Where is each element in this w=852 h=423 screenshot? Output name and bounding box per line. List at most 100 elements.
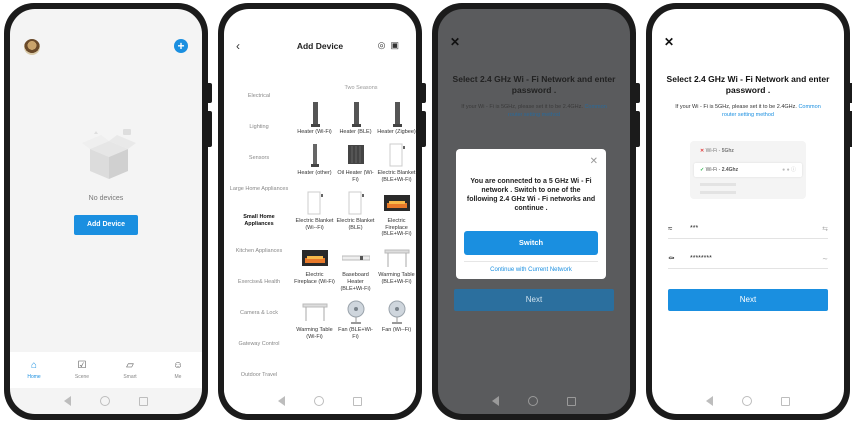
nav-home-icon[interactable] [99, 396, 110, 406]
category-large-home-appliances[interactable]: Large Home Appliances [228, 174, 290, 205]
nav-back-icon[interactable] [706, 396, 714, 406]
add-device-plus-icon[interactable]: + [174, 39, 188, 53]
device-item[interactable]: Oil Heater (Wi-Fi) [335, 142, 376, 184]
nav-back-icon[interactable] [278, 396, 286, 406]
phone-wifi-password: ✕ Select 2.4 GHz Wi - Fi Network and ent… [646, 3, 852, 420]
nav-back-icon[interactable] [64, 396, 72, 406]
wifi-band-illustration: ✕ Wi-Fi - 5Ghz ✓ Wi-Fi - 2.4Ghz ● ● ⓘ [690, 141, 806, 199]
category-lighting[interactable]: Lighting [228, 112, 290, 143]
check-icon: ✓ [700, 167, 705, 173]
category-camera-lock[interactable]: Camera & Lock [228, 298, 290, 329]
category-electrical[interactable]: Electrical [228, 81, 290, 112]
bottom-tab-bar: ⌂ Home ☑ Scene ▱ Smart ☺ Me [10, 352, 202, 388]
fireplace-icon [300, 244, 330, 271]
device-item[interactable]: Fan (BLE+Wi-Fi) [335, 299, 376, 341]
scene-check-icon: ☑ [77, 360, 87, 371]
next-button[interactable]: Next [454, 289, 614, 311]
nav-back-icon[interactable] [492, 396, 500, 406]
oil-heater-icon [341, 142, 371, 169]
android-nav-bar [438, 388, 630, 414]
no-devices-text: No devices [88, 195, 124, 202]
tower-heater-icon [341, 101, 371, 128]
device-grid: Heater (Wi-Fi) Heater (BLE) Heater (Zigb… [294, 101, 416, 341]
device-item[interactable]: Fan (Wi--Fi) [376, 299, 416, 341]
device-item[interactable]: Electric Fireplace (BLE+Wi-Fi) [376, 190, 416, 239]
password-field[interactable]: ⚰ ******** ∼ [668, 249, 828, 269]
device-item[interactable]: Heater (other) [294, 142, 335, 184]
wifi-dialog-screen: ✕ Select 2.4 GHz Wi - Fi Network and ent… [438, 9, 630, 414]
device-item[interactable]: Heater (Zigbee) [376, 101, 416, 136]
warming-table-icon [382, 244, 412, 271]
fan-icon [382, 299, 412, 326]
next-button[interactable]: Next [668, 289, 828, 311]
wifi-hint: If your Wi - Fi is 5GHz, please set it t… [461, 104, 607, 118]
tab-me[interactable]: ☺ Me [158, 360, 198, 380]
close-icon[interactable]: ✕ [664, 35, 674, 49]
tower-heater-icon [382, 101, 412, 128]
android-nav-bar [652, 388, 844, 414]
nav-recents-icon[interactable] [566, 396, 576, 406]
fan-icon [341, 299, 371, 326]
device-item[interactable]: Electric Blanket (BLE) [335, 190, 376, 239]
dialog-message: You are connected to a 5 GHz Wi - Fi net… [466, 178, 596, 213]
qr-scan-icon[interactable]: ▣ [390, 40, 404, 50]
add-device-button[interactable]: Add Device [74, 215, 138, 235]
smart-cube-icon: ▱ [126, 360, 134, 371]
switch-network-icon[interactable]: ⇆ [822, 225, 828, 233]
page-title: Select 2.4 GHz Wi - Fi Network and enter… [452, 74, 616, 95]
fireplace-icon [382, 190, 412, 217]
tab-scene[interactable]: ☑ Scene [62, 360, 102, 380]
wifi-switch-dialog: ✕ You are connected to a 5 GHz Wi - Fi n… [456, 149, 606, 279]
warming-table-icon [300, 299, 330, 326]
user-icon: ☺ [172, 360, 184, 371]
lock-icon: ⚰ [668, 254, 675, 263]
category-gateway-control[interactable]: Gateway Control [228, 329, 290, 360]
device-item[interactable]: Electric Blanket (Wi--Fi) [294, 190, 335, 239]
device-item[interactable]: Warming Table (Wi-Fi) [294, 299, 335, 341]
nav-recents-icon[interactable] [138, 396, 148, 406]
toggle-visibility-icon[interactable]: ∼ [822, 255, 828, 263]
blanket-icon [341, 190, 371, 217]
nav-home-icon[interactable] [741, 396, 752, 406]
device-item[interactable]: Electric Blanket (BLE+Wi-Fi) [376, 142, 416, 184]
tab-home[interactable]: ⌂ Home [14, 360, 54, 380]
device-item[interactable]: Heater (Wi-Fi) [294, 101, 335, 136]
wifi-5ghz-row: ✕ Wi-Fi - 5Ghz [700, 148, 734, 154]
wifi-24ghz-row: ✓ Wi-Fi - 2.4Ghz ● ● ⓘ [694, 163, 802, 177]
android-nav-bar [10, 388, 202, 414]
cross-icon: ✕ [700, 148, 705, 154]
avatar[interactable] [24, 39, 40, 55]
blanket-icon [382, 142, 412, 169]
auto-scan-icon[interactable]: ◎ [378, 40, 391, 50]
device-item[interactable]: Heater (BLE) [335, 101, 376, 136]
nav-recents-icon[interactable] [352, 396, 362, 406]
section-header: Two Seasons [344, 85, 378, 91]
tab-smart[interactable]: ▱ Smart [110, 360, 150, 380]
add-device-screen: ‹ Add Device ◎▣ Electrical Lighting Sens… [224, 9, 416, 414]
phone-home: + No devices Add Device ⌂ Home ☑ Scene ▱… [4, 3, 212, 420]
ssid-field[interactable]: ≈ *** ⇆ [668, 219, 828, 239]
tower-heater-icon [300, 101, 330, 128]
page-title: Select 2.4 GHz Wi - Fi Network and enter… [666, 74, 830, 95]
blanket-icon [300, 190, 330, 217]
home-screen: + No devices Add Device ⌂ Home ☑ Scene ▱… [10, 9, 202, 414]
nav-home-icon[interactable] [527, 396, 538, 406]
continue-current-network-link[interactable]: Continue with Current Network [464, 261, 598, 276]
category-kitchen-appliances[interactable]: Kitchen Appliances [228, 236, 290, 267]
category-exercise-health[interactable]: Exercise& Health [228, 267, 290, 298]
category-sensors[interactable]: Sensors [228, 143, 290, 174]
switch-button[interactable]: Switch [464, 231, 598, 255]
device-item[interactable]: Baseboard Heater (BLE+Wi-Fi) [335, 244, 376, 293]
nav-recents-icon[interactable] [780, 396, 790, 406]
android-nav-bar [224, 388, 416, 414]
device-item[interactable]: Electric Fireplace (Wi-Fi) [294, 244, 335, 293]
empty-box-icon [82, 129, 136, 179]
close-icon[interactable]: ✕ [450, 35, 460, 49]
category-outdoor-travel[interactable]: Outdoor Travel [228, 360, 290, 391]
wifi-hint: If your Wi - Fi is 5GHz, please set it t… [675, 104, 821, 118]
category-small-home-appliances[interactable]: Small Home Appliances [228, 205, 290, 236]
device-item[interactable]: Warming Table (BLE+Wi-Fi) [376, 244, 416, 293]
wifi-icon: ≈ [668, 224, 673, 233]
dialog-close-icon[interactable]: ✕ [590, 156, 598, 167]
nav-home-icon[interactable] [313, 396, 324, 406]
